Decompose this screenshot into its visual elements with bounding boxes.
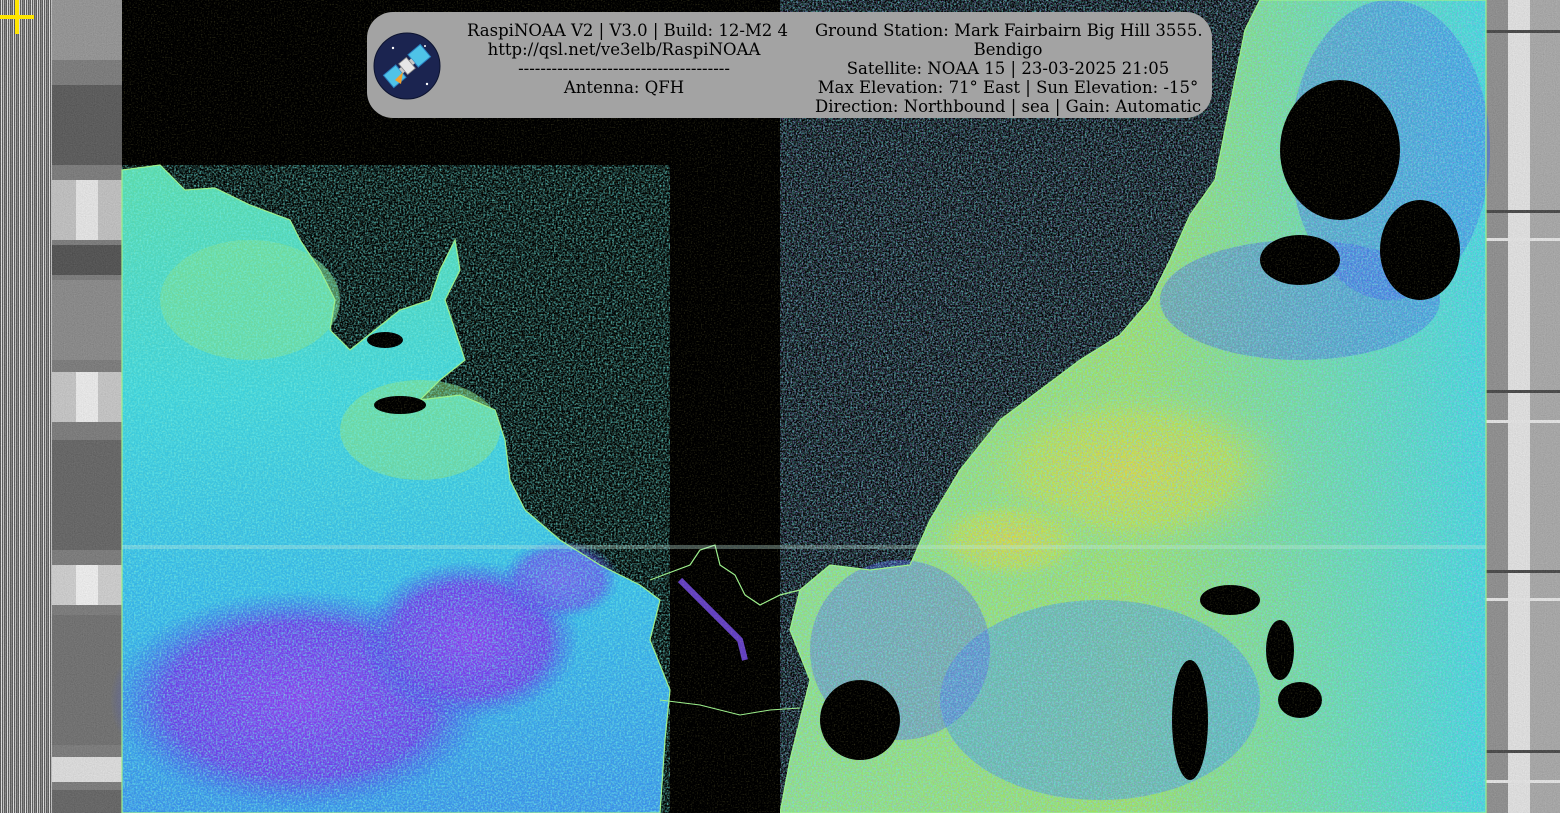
ground-station-city-line: Bendigo bbox=[973, 40, 1043, 59]
software-url-line: http://qsl.net/ve3elb/RaspiNOAA bbox=[487, 40, 761, 59]
station-software-info: RaspiNOAA V2 | V3.0 | Build: 12-M2 4 htt… bbox=[467, 21, 789, 97]
software-version-line: RaspiNOAA V2 | V3.0 | Build: 12-M2 4 bbox=[467, 21, 789, 40]
separator-line: -------------------------------------- bbox=[518, 59, 730, 78]
direction-line: Direction: Northbound | sea | Gain: Auto… bbox=[815, 97, 1202, 116]
elevation-line: Max Elevation: 71° East | Sun Elevation:… bbox=[817, 78, 1199, 97]
satellite-line: Satellite: NOAA 15 | 23-03-2025 21:05 bbox=[846, 59, 1170, 78]
antenna-line: Antenna: QFH bbox=[563, 78, 685, 97]
crosshair-icon bbox=[0, 0, 34, 34]
satellite-logo-icon bbox=[373, 32, 441, 100]
telemetry-strip-left bbox=[0, 0, 122, 813]
pass-info: Ground Station: Mark Fairbairn Big Hill … bbox=[815, 21, 1203, 116]
weather-image-canvas bbox=[0, 0, 1560, 813]
satellite-image: RaspiNOAA V2 | V3.0 | Build: 12-M2 4 htt… bbox=[0, 0, 1560, 813]
info-panel: RaspiNOAA V2 | V3.0 | Build: 12-M2 4 htt… bbox=[367, 12, 1212, 118]
ground-station-line: Ground Station: Mark Fairbairn Big Hill … bbox=[815, 21, 1203, 40]
noise-overlay bbox=[122, 0, 1486, 813]
telemetry-strip-right bbox=[1486, 0, 1560, 813]
